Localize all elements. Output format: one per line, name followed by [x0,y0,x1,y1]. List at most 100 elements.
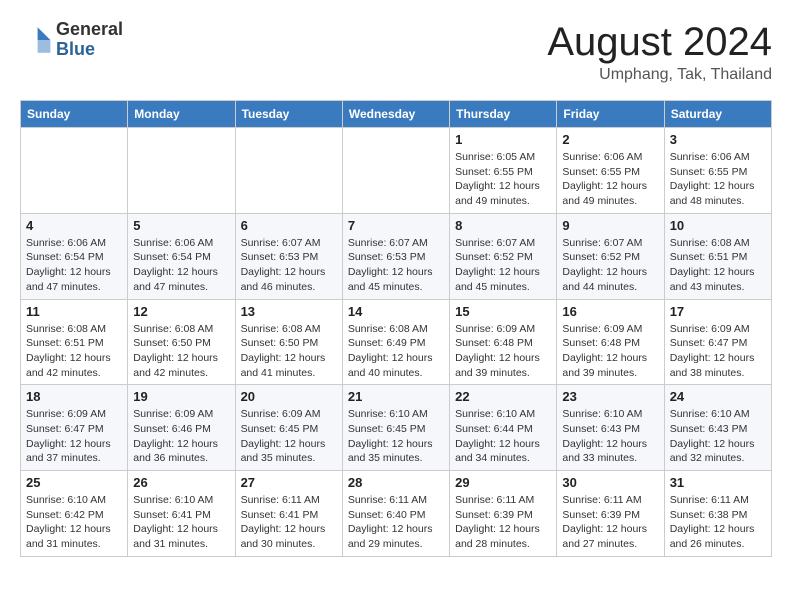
day-number: 6 [241,218,337,233]
day-info: Sunrise: 6:08 AM Sunset: 6:51 PM Dayligh… [26,322,122,381]
day-number: 9 [562,218,658,233]
day-number: 21 [348,389,444,404]
month-title: August 2024 [547,20,772,64]
day-cell-2: 2Sunrise: 6:06 AM Sunset: 6:55 PM Daylig… [557,128,664,214]
day-cell-18: 18 Sunrise: 6:09 AM Sunset: 6:47 PM Dayli… [21,385,128,471]
day-info: Sunrise: 6:09 AM Sunset: 6:45 PM Dayligh… [241,407,337,466]
day-info: Sunrise: 6:07 AM Sunset: 6:52 PM Dayligh… [562,236,658,295]
day-info: Sunrise: 6:07 AM Sunset: 6:52 PM Dayligh… [455,236,551,295]
day-number: 23 [562,389,658,404]
day-cell-13: 13Sunrise: 6:08 AM Sunset: 6:50 PM Dayli… [235,299,342,385]
day-number: 11 [26,304,122,319]
day-cell-15: 15 Sunrise: 6:09 AM Sunset: 6:48 PM Dayli… [450,299,557,385]
day-info: Sunrise: 6:10 AM Sunset: 6:43 PM Dayligh… [562,407,658,466]
title-block: August 2024 Umphang, Tak, Thailand [547,20,772,84]
day-number: 13 [241,304,337,319]
day-info: Sunrise: 6:11 AM Sunset: 6:38 PM Dayligh… [670,493,766,552]
day-info: Sunrise: 6:08 AM Sunset: 6:51 PM Dayligh… [670,236,766,295]
day-number: 15 [455,304,551,319]
day-info: Sunrise: 6:11 AM Sunset: 6:41 PM Dayligh… [241,493,337,552]
day-number: 27 [241,475,337,490]
day-number: 10 [670,218,766,233]
week-row-5: 25Sunrise: 6:10 AM Sunset: 6:42 PM Dayli… [21,471,772,557]
day-cell-17: 17 Sunrise: 6:09 AM Sunset: 6:47 PM Dayli… [664,299,771,385]
calendar-table: SundayMondayTuesdayWednesdayThursdayFrid… [20,100,772,557]
day-cell-empty [128,128,235,214]
page-header: General Blue August 2024 Umphang, Tak, T… [20,20,772,84]
day-cell-30: 30 Sunrise: 6:11 AM Sunset: 6:39 PM Dayli… [557,471,664,557]
day-info: Sunrise: 6:11 AM Sunset: 6:39 PM Dayligh… [562,493,658,552]
logo-text: General Blue [56,20,123,60]
day-cell-empty [342,128,449,214]
day-info: Sunrise: 6:10 AM Sunset: 6:43 PM Dayligh… [670,407,766,466]
logo-icon [20,24,52,56]
day-number: 4 [26,218,122,233]
day-info: Sunrise: 6:06 AM Sunset: 6:55 PM Dayligh… [670,150,766,209]
day-number: 5 [133,218,229,233]
day-number: 7 [348,218,444,233]
day-cell-31: 31Sunrise: 6:11 AM Sunset: 6:38 PM Dayli… [664,471,771,557]
day-info: Sunrise: 6:09 AM Sunset: 6:48 PM Dayligh… [562,322,658,381]
day-cell-11: 11 Sunrise: 6:08 AM Sunset: 6:51 PM Dayli… [21,299,128,385]
week-row-1: 1 Sunrise: 6:05 AM Sunset: 6:55 PM Daylig… [21,128,772,214]
weekday-thursday: Thursday [450,101,557,128]
day-cell-1: 1 Sunrise: 6:05 AM Sunset: 6:55 PM Daylig… [450,128,557,214]
day-cell-empty [21,128,128,214]
day-cell-7: 7 Sunrise: 6:07 AM Sunset: 6:53 PM Daylig… [342,213,449,299]
day-number: 14 [348,304,444,319]
day-number: 26 [133,475,229,490]
day-info: Sunrise: 6:10 AM Sunset: 6:41 PM Dayligh… [133,493,229,552]
day-info: Sunrise: 6:06 AM Sunset: 6:54 PM Dayligh… [26,236,122,295]
day-info: Sunrise: 6:10 AM Sunset: 6:44 PM Dayligh… [455,407,551,466]
day-info: Sunrise: 6:09 AM Sunset: 6:47 PM Dayligh… [26,407,122,466]
day-info: Sunrise: 6:11 AM Sunset: 6:39 PM Dayligh… [455,493,551,552]
day-info: Sunrise: 6:08 AM Sunset: 6:49 PM Dayligh… [348,322,444,381]
day-cell-10: 10 Sunrise: 6:08 AM Sunset: 6:51 PM Dayli… [664,213,771,299]
day-cell-25: 25Sunrise: 6:10 AM Sunset: 6:42 PM Dayli… [21,471,128,557]
day-info: Sunrise: 6:09 AM Sunset: 6:46 PM Dayligh… [133,407,229,466]
day-info: Sunrise: 6:09 AM Sunset: 6:47 PM Dayligh… [670,322,766,381]
weekday-friday: Friday [557,101,664,128]
calendar-body: 1 Sunrise: 6:05 AM Sunset: 6:55 PM Daylig… [21,128,772,557]
day-cell-21: 21Sunrise: 6:10 AM Sunset: 6:45 PM Dayli… [342,385,449,471]
day-number: 30 [562,475,658,490]
weekday-header-row: SundayMondayTuesdayWednesdayThursdayFrid… [21,101,772,128]
day-cell-empty [235,128,342,214]
day-cell-22: 22Sunrise: 6:10 AM Sunset: 6:44 PM Dayli… [450,385,557,471]
logo: General Blue [20,20,123,60]
day-cell-5: 5Sunrise: 6:06 AM Sunset: 6:54 PM Daylig… [128,213,235,299]
day-cell-29: 29 Sunrise: 6:11 AM Sunset: 6:39 PM Dayli… [450,471,557,557]
day-number: 18 [26,389,122,404]
day-cell-9: 9 Sunrise: 6:07 AM Sunset: 6:52 PM Daylig… [557,213,664,299]
day-number: 29 [455,475,551,490]
weekday-tuesday: Tuesday [235,101,342,128]
weekday-wednesday: Wednesday [342,101,449,128]
day-cell-23: 23 Sunrise: 6:10 AM Sunset: 6:43 PM Dayli… [557,385,664,471]
day-cell-26: 26 Sunrise: 6:10 AM Sunset: 6:41 PM Dayli… [128,471,235,557]
day-cell-14: 14 Sunrise: 6:08 AM Sunset: 6:49 PM Dayli… [342,299,449,385]
day-number: 1 [455,132,551,147]
day-number: 8 [455,218,551,233]
week-row-4: 18 Sunrise: 6:09 AM Sunset: 6:47 PM Dayli… [21,385,772,471]
location-title: Umphang, Tak, Thailand [547,66,772,84]
day-cell-28: 28 Sunrise: 6:11 AM Sunset: 6:40 PM Dayli… [342,471,449,557]
day-info: Sunrise: 6:09 AM Sunset: 6:48 PM Dayligh… [455,322,551,381]
day-number: 25 [26,475,122,490]
day-info: Sunrise: 6:08 AM Sunset: 6:50 PM Dayligh… [133,322,229,381]
day-number: 17 [670,304,766,319]
day-cell-8: 8 Sunrise: 6:07 AM Sunset: 6:52 PM Daylig… [450,213,557,299]
day-cell-4: 4 Sunrise: 6:06 AM Sunset: 6:54 PM Daylig… [21,213,128,299]
day-number: 28 [348,475,444,490]
day-info: Sunrise: 6:11 AM Sunset: 6:40 PM Dayligh… [348,493,444,552]
week-row-2: 4 Sunrise: 6:06 AM Sunset: 6:54 PM Daylig… [21,213,772,299]
day-info: Sunrise: 6:05 AM Sunset: 6:55 PM Dayligh… [455,150,551,209]
day-number: 2 [562,132,658,147]
day-number: 19 [133,389,229,404]
day-cell-19: 19 Sunrise: 6:09 AM Sunset: 6:46 PM Dayli… [128,385,235,471]
week-row-3: 11 Sunrise: 6:08 AM Sunset: 6:51 PM Dayli… [21,299,772,385]
day-number: 16 [562,304,658,319]
day-number: 12 [133,304,229,319]
weekday-monday: Monday [128,101,235,128]
day-info: Sunrise: 6:07 AM Sunset: 6:53 PM Dayligh… [348,236,444,295]
day-cell-27: 27 Sunrise: 6:11 AM Sunset: 6:41 PM Dayli… [235,471,342,557]
